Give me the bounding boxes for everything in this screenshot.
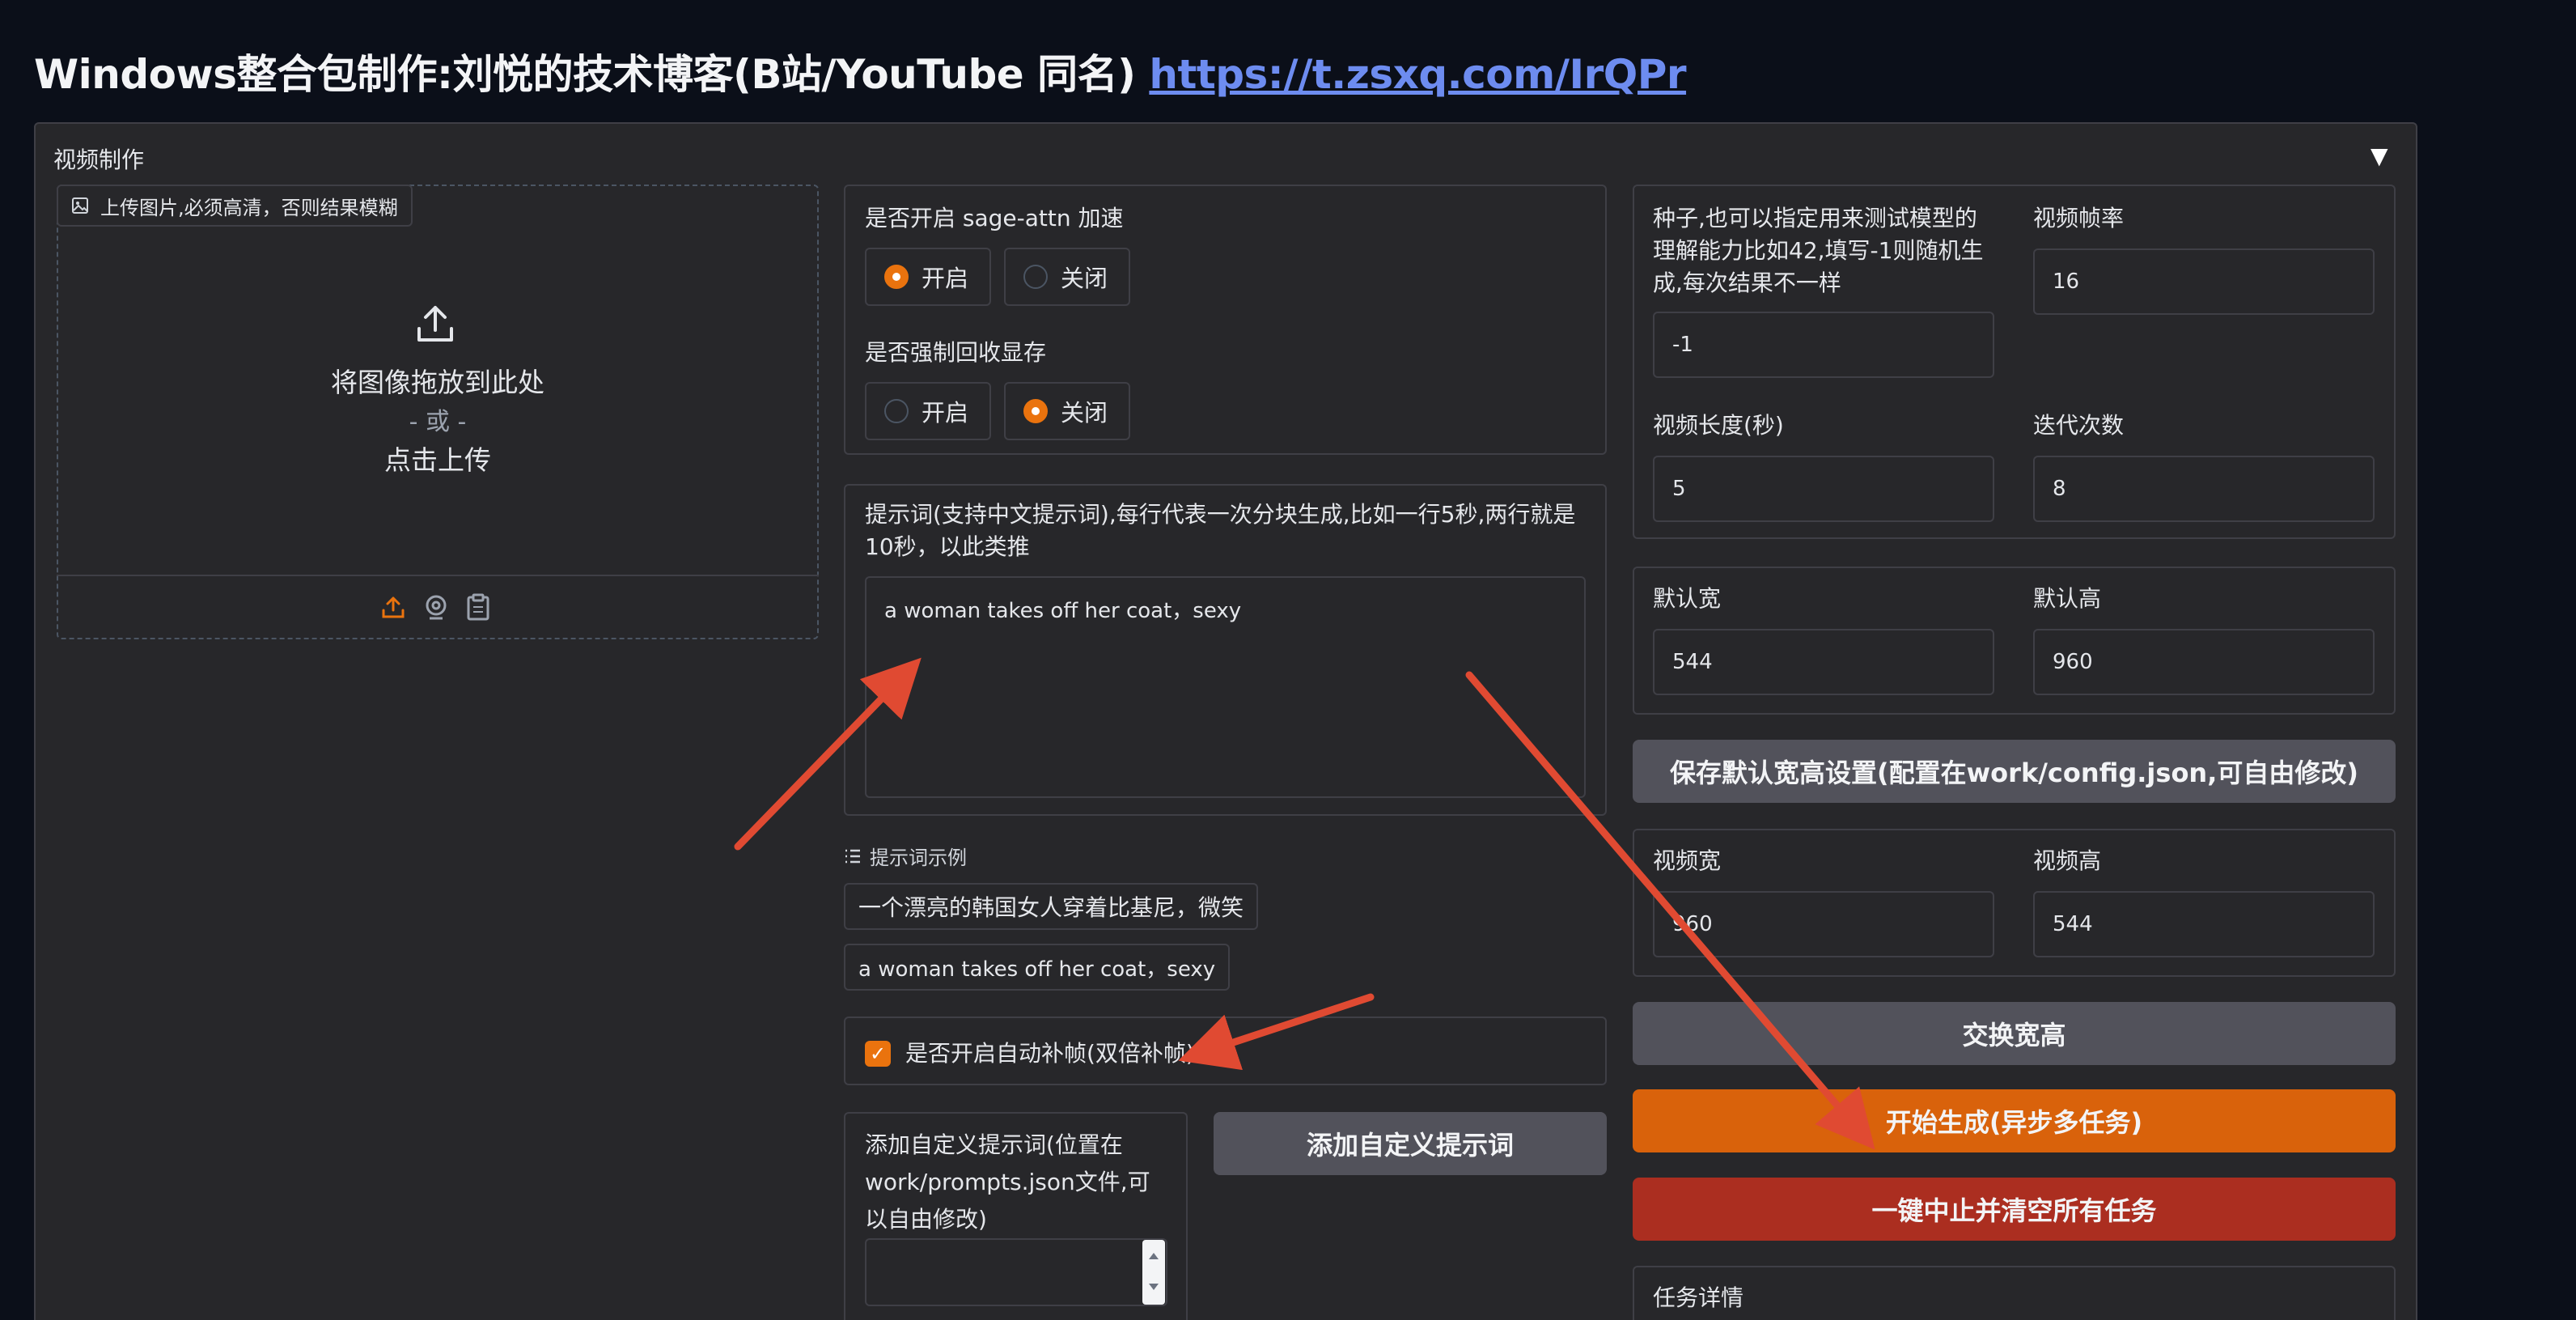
upload-label: 上传图片,必须高清，否则结果模糊 xyxy=(57,185,413,227)
example-chip[interactable]: 一个漂亮的韩国女人穿着比基尼，微笑 xyxy=(844,883,1259,930)
default-width-input[interactable]: 544 xyxy=(1653,629,1994,695)
steps-input[interactable]: 8 xyxy=(2033,456,2375,522)
click-upload-text[interactable]: 点击上传 xyxy=(57,439,819,477)
vram-off-label: 关闭 xyxy=(1061,399,1108,427)
clipboard-icon[interactable] xyxy=(466,593,490,621)
save-default-size-button[interactable]: 保存默认宽高设置(配置在work/config.json,可自由修改) xyxy=(1633,740,2396,803)
upload-divider xyxy=(57,575,819,576)
examples-label: 提示词示例 xyxy=(870,847,967,869)
fps-input[interactable]: 16 xyxy=(2033,248,2375,315)
upload-source-icon[interactable] xyxy=(380,594,406,620)
drop-text: 将图像拖放到此处 xyxy=(331,367,544,398)
upload-icon xyxy=(417,306,453,342)
default-height-label: 默认高 xyxy=(2033,585,2102,612)
sage-off-label: 关闭 xyxy=(1061,265,1108,292)
task-details-label: 任务详情 xyxy=(1653,1284,1744,1311)
vram-label: 是否强制回收显存 xyxy=(865,339,1047,366)
checkbox-checked-icon[interactable]: ✓ xyxy=(865,1041,891,1067)
upload-label-text: 上传图片,必须高清，否则结果模糊 xyxy=(100,196,398,219)
fps-label: 视频帧率 xyxy=(2033,205,2125,231)
accordion-title[interactable]: 视频制作 xyxy=(53,142,144,175)
list-icon xyxy=(845,849,860,863)
seed-value: -1 xyxy=(1672,333,1693,357)
spin-down-icon[interactable] xyxy=(1142,1272,1165,1305)
title-link[interactable]: https://t.zsxq.com/IrQPr xyxy=(1149,51,1686,98)
length-input[interactable]: 5 xyxy=(1653,456,1994,522)
spin-up-icon[interactable] xyxy=(1142,1240,1165,1272)
vram-on-radio[interactable]: 开启 xyxy=(865,382,991,440)
default-height-value: 960 xyxy=(2053,650,2093,674)
video-width-label: 视频宽 xyxy=(1653,847,1722,874)
prompt-label: 提示词(支持中文提示词),每行代表一次分块生成,比如一行5秒,两行就是10秒，以… xyxy=(865,501,1576,560)
interp-label: 是否开启自动补帧(双倍补帧) xyxy=(905,1040,1195,1067)
sage-on-label: 开启 xyxy=(922,265,969,292)
custom-prompt-label: 添加自定义提示词(位置在work/prompts.json文件,可以自由修改) xyxy=(865,1131,1150,1233)
default-width-value: 544 xyxy=(1672,650,1713,674)
length-value: 5 xyxy=(1672,477,1686,501)
length-label: 视频长度(秒) xyxy=(1653,412,1784,439)
steps-value: 8 xyxy=(2053,477,2066,501)
radio-unselected-icon xyxy=(1023,265,1048,289)
vram-on-label: 开启 xyxy=(922,399,969,427)
seed-label: 种子,也可以指定用来测试模型的理解能力比如42,填写-1则随机生成,每次结果不一… xyxy=(1653,205,1984,296)
sage-on-radio[interactable]: 开启 xyxy=(865,248,991,306)
vram-off-radio[interactable]: 关闭 xyxy=(1004,382,1130,440)
default-width-label: 默认宽 xyxy=(1653,585,1722,612)
number-spinner[interactable] xyxy=(1142,1240,1165,1305)
seed-input[interactable]: -1 xyxy=(1653,312,1994,378)
video-width-value: 960 xyxy=(1672,912,1713,936)
stop-clear-button[interactable]: 一键中止并清空所有任务 xyxy=(1633,1178,2396,1241)
interp-checkbox-row[interactable]: ✓ 是否开启自动补帧(双倍补帧) xyxy=(865,1038,1195,1070)
steps-label: 迭代次数 xyxy=(2033,412,2125,439)
image-icon xyxy=(72,197,88,214)
radio-selected-icon xyxy=(884,265,909,289)
accordion-toggle-icon[interactable]: ▼ xyxy=(2371,142,2388,169)
sage-label: 是否开启 sage-attn 加速 xyxy=(865,205,1124,231)
webcam-icon[interactable] xyxy=(423,594,449,620)
video-height-input[interactable]: 544 xyxy=(2033,891,2375,957)
video-height-value: 544 xyxy=(2053,912,2093,936)
page-title: Windows整合包制作:刘悦的技术博客(B站/YouTube 同名) http… xyxy=(34,42,1687,100)
custom-prompt-input[interactable] xyxy=(865,1238,1167,1306)
prompt-value: a woman takes off her coat，sexy xyxy=(884,599,1242,623)
examples-header: 提示词示例 xyxy=(844,842,967,870)
page-title-text: Windows整合包制作:刘悦的技术博客(B站/YouTube 同名) xyxy=(34,51,1136,98)
or-text: - 或 - xyxy=(409,408,467,436)
start-generation-button[interactable]: 开始生成(异步多任务) xyxy=(1633,1089,2396,1152)
video-height-label: 视频高 xyxy=(2033,847,2102,874)
radio-selected-icon xyxy=(1023,399,1048,423)
radio-unselected-icon xyxy=(884,399,909,423)
swap-size-button[interactable]: 交换宽高 xyxy=(1633,1002,2396,1065)
sage-off-radio[interactable]: 关闭 xyxy=(1004,248,1130,306)
fps-value: 16 xyxy=(2053,270,2080,294)
add-custom-prompt-button[interactable]: 添加自定义提示词 xyxy=(1214,1112,1607,1175)
video-width-input[interactable]: 960 xyxy=(1653,891,1994,957)
prompt-textarea[interactable]: a woman takes off her coat，sexy xyxy=(865,576,1586,798)
task-details-box xyxy=(1633,1266,2396,1320)
example-chip[interactable]: a woman takes off her coat，sexy xyxy=(844,944,1231,991)
default-height-input[interactable]: 960 xyxy=(2033,629,2375,695)
